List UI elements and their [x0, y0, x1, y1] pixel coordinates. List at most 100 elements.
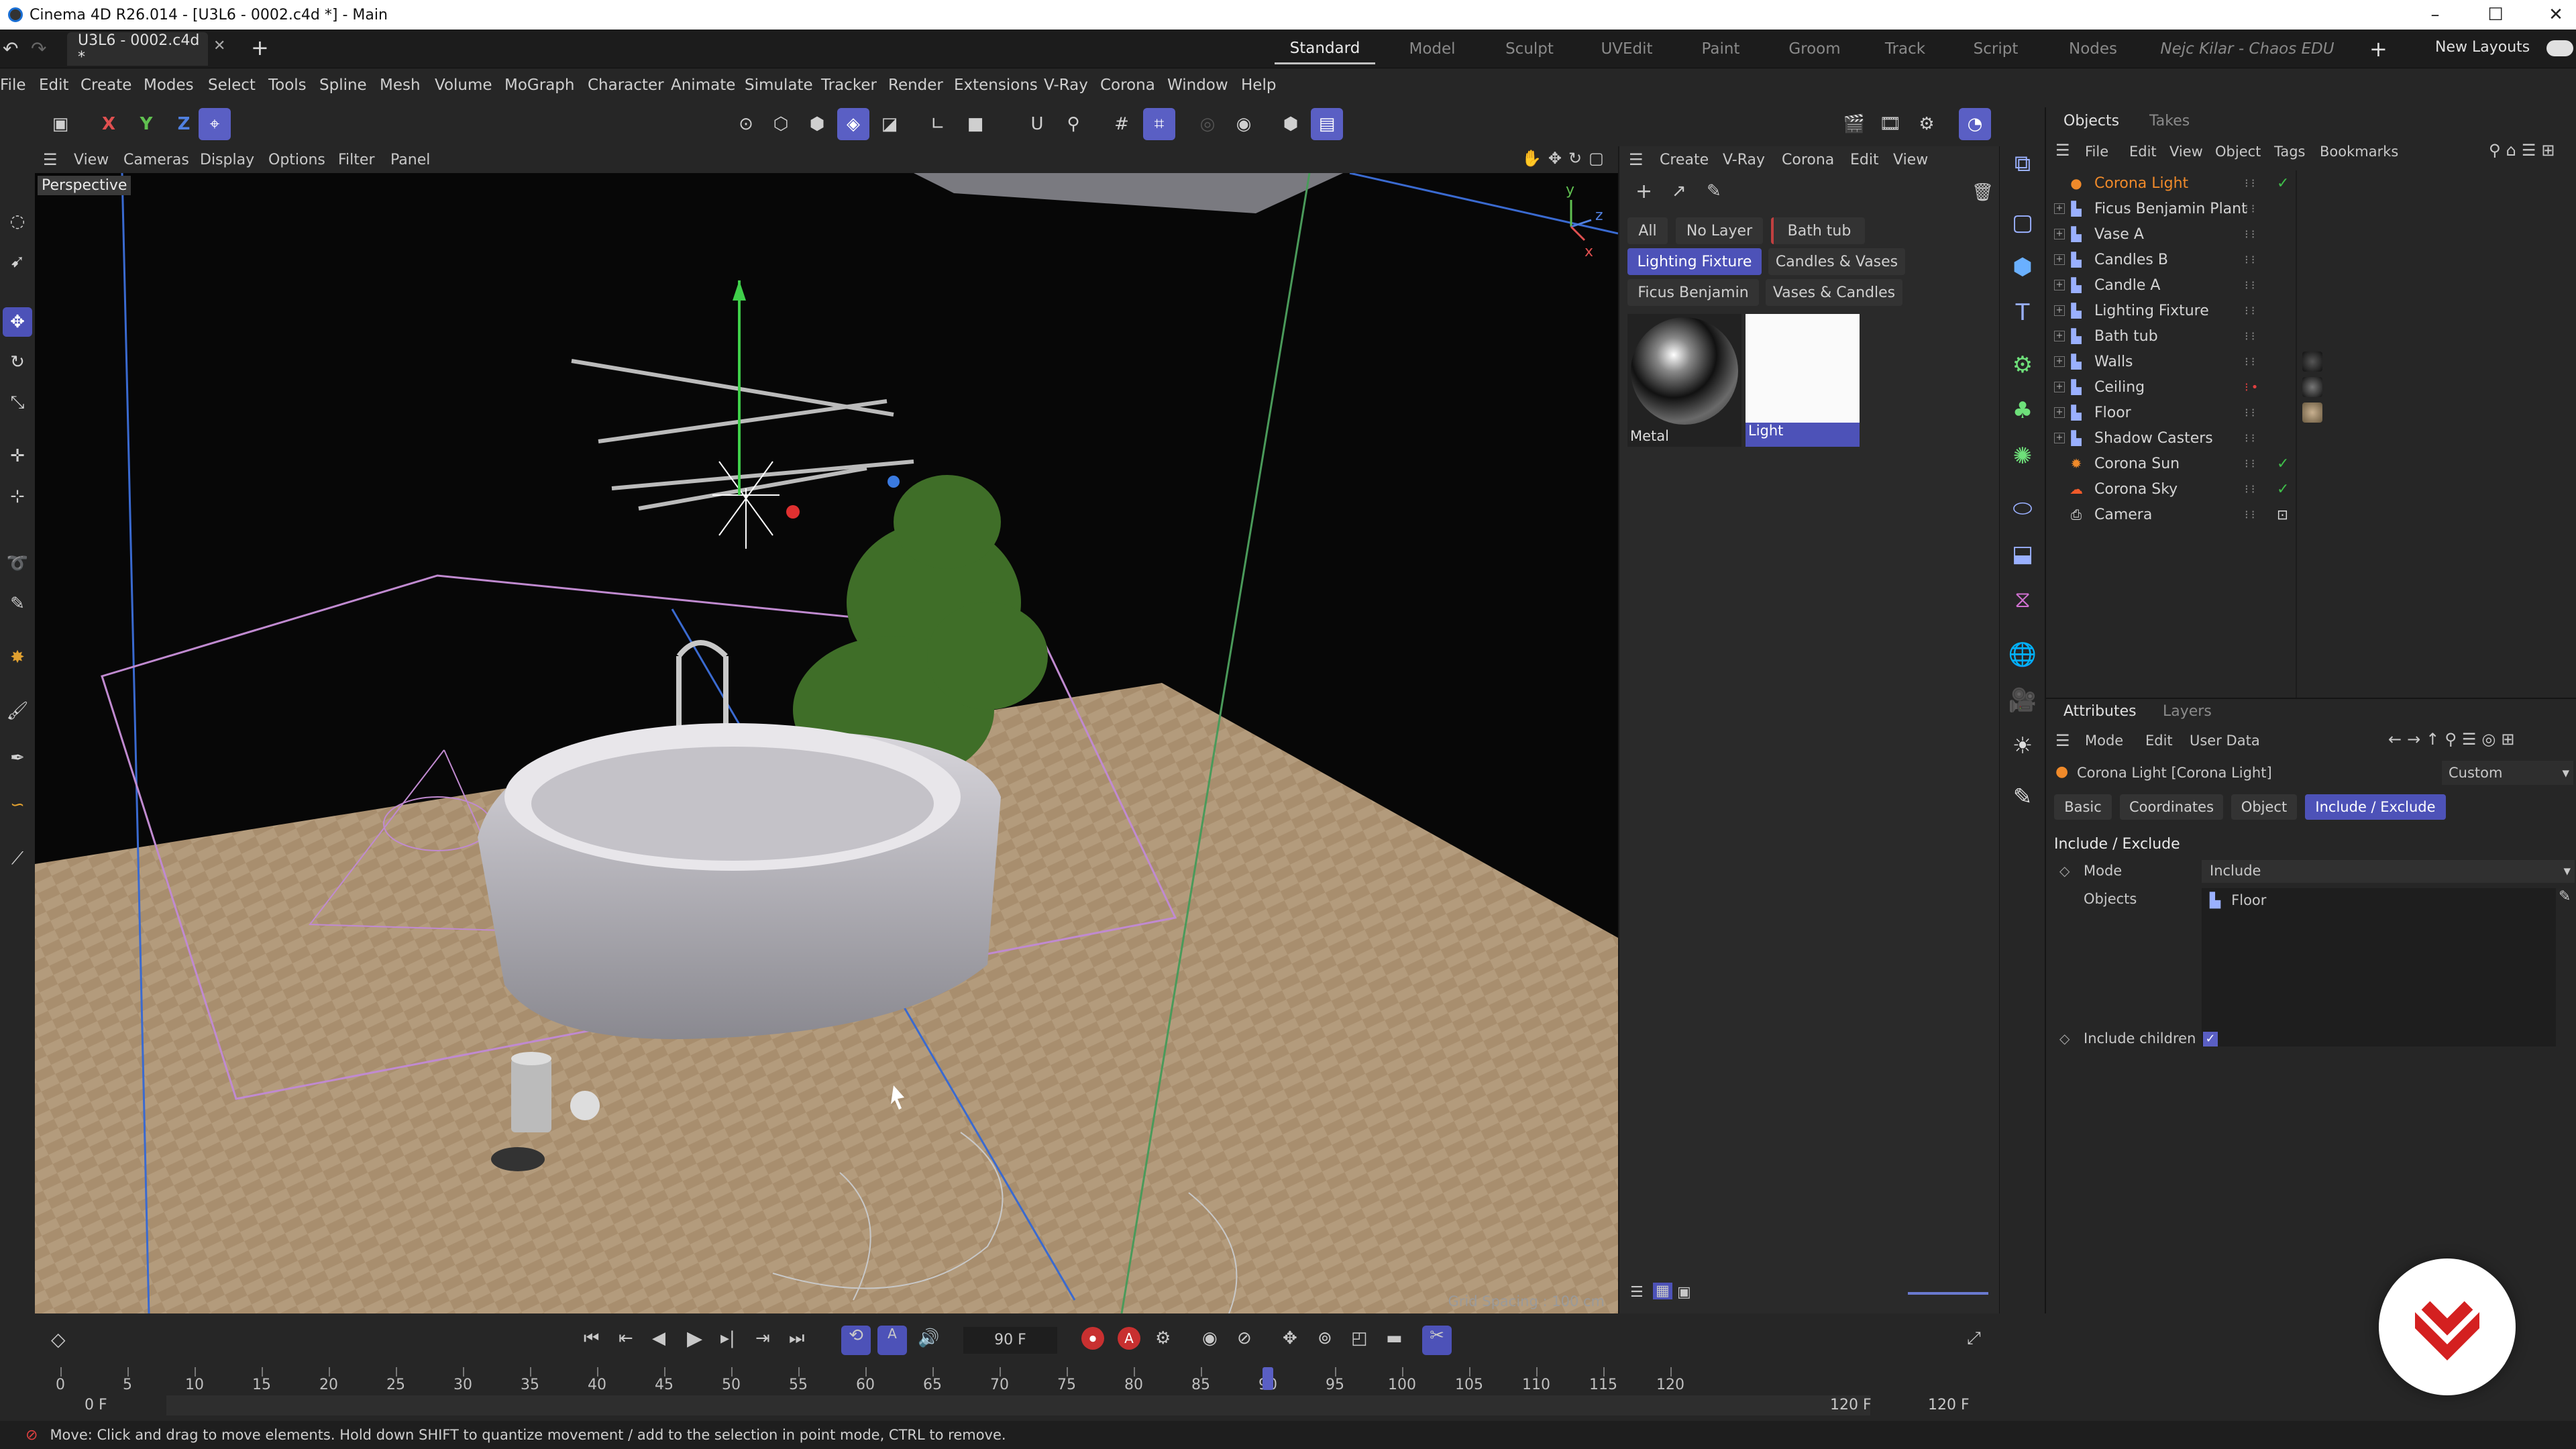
null-object-icon[interactable]: ▢: [2005, 205, 2040, 240]
expand-icon[interactable]: +: [2054, 433, 2065, 443]
visibility-flags[interactable]: ⁝⁝: [2245, 176, 2257, 191]
go-to-end-icon[interactable]: ⏭: [789, 1328, 804, 1349]
keyframe-diamond-icon[interactable]: ◇: [2059, 1030, 2070, 1046]
object-row-candle-a[interactable]: + ▙ Candle A ⁝⁝: [2046, 272, 2576, 298]
timeline-graph-icon[interactable]: ⤢: [1967, 1328, 1981, 1349]
obj-menu-bookmarks[interactable]: Bookmarks: [2320, 144, 2398, 160]
visibility-flags[interactable]: ⁝⁝: [2245, 278, 2257, 292]
attr-tab-object[interactable]: Object: [2231, 794, 2297, 820]
object-row-lighting-fixture[interactable]: + ▙ Lighting Fixture ⁝⁝: [2046, 298, 2576, 323]
generator-icon[interactable]: ⚙: [2005, 347, 2040, 382]
visibility-flags[interactable]: ⁝⁝: [2245, 304, 2257, 318]
obj-menu-tags[interactable]: Tags: [2274, 144, 2306, 160]
menu-select[interactable]: Select: [208, 76, 256, 94]
camera-target-icon[interactable]: ⊡: [2277, 506, 2288, 523]
mat-hamburger-icon[interactable]: ☰: [1629, 150, 1644, 169]
3d-viewport[interactable]: y z x Perspective Grid Spacing : 100 cm: [35, 173, 1618, 1313]
camera-object-icon[interactable]: 🎥: [2005, 683, 2040, 718]
go-to-start-icon[interactable]: ⏮: [584, 1328, 599, 1349]
layout-tab-custom[interactable]: Nejc Kilar - Chaos EDU: [2147, 34, 2348, 64]
expand-icon[interactable]: +: [2054, 356, 2065, 367]
visibility-flags[interactable]: ⁝⁝: [2245, 406, 2257, 420]
placement-tool-icon[interactable]: ⊹: [3, 482, 32, 511]
expand-icon[interactable]: +: [2054, 203, 2065, 214]
timeline-ruler[interactable]: 0510152025303540455055606570758085909510…: [56, 1367, 1684, 1394]
xref-icon[interactable]: ⧖: [2005, 582, 2040, 617]
edit-list-icon[interactable]: ✎: [2559, 888, 2571, 905]
keyframe-diamond-icon[interactable]: ◇: [2059, 863, 2070, 879]
magnet-icon[interactable]: U: [1021, 108, 1053, 140]
material-thumb-metal[interactable]: Metal: [1627, 314, 1741, 447]
grid-view-icon[interactable]: ▦: [1653, 1283, 1672, 1299]
polygons-mode-icon[interactable]: ⬢: [801, 108, 833, 140]
menu-mograph[interactable]: MoGraph: [504, 76, 574, 94]
layout-tab-paint[interactable]: Paint: [1677, 34, 1764, 64]
object-manager-icon[interactable]: ⧉: [2005, 146, 2040, 181]
attr-preset-dropdown[interactable]: Custom ▾: [2442, 761, 2573, 785]
paint-icon[interactable]: ✒: [3, 743, 32, 773]
object-row-corona-sky[interactable]: ☁ Corona Sky ⁝⁝ ✓: [2046, 476, 2576, 502]
menu-file[interactable]: File: [0, 76, 26, 94]
attr-menu-edit[interactable]: Edit: [2145, 733, 2173, 749]
next-key-icon[interactable]: ⇥: [755, 1328, 770, 1348]
object-row-ficus[interactable]: + ▙ Ficus Benjamin Plant ⁝⁝: [2046, 196, 2576, 221]
expand-icon[interactable]: +: [2054, 280, 2065, 290]
view-panel-icon[interactable]: ▤: [1311, 108, 1343, 140]
tab-objects[interactable]: Objects: [2063, 113, 2119, 129]
layout-tab-nodes[interactable]: Nodes: [2049, 34, 2137, 64]
workplane-icon[interactable]: ⌗: [1143, 108, 1175, 140]
menu-render[interactable]: Render: [888, 76, 943, 94]
key-move-icon[interactable]: ✥: [1283, 1328, 1297, 1348]
visibility-flags[interactable]: ⁝⁝: [2245, 202, 2257, 216]
obj-menu-view[interactable]: View: [2169, 144, 2203, 160]
viewport-menu-filter[interactable]: Filter: [338, 152, 374, 168]
visibility-flags[interactable]: ⁝⁝: [2245, 329, 2257, 343]
layer-chip-all[interactable]: All: [1627, 217, 1668, 244]
axis-mode-icon[interactable]: ∟: [922, 108, 954, 140]
deformer-icon[interactable]: ✺: [2005, 439, 2040, 474]
knife-icon[interactable]: ⟋: [3, 844, 32, 873]
interactive-render-icon[interactable]: ◔: [1959, 108, 1991, 140]
layer-chip-vases-candles[interactable]: Vases & Candles: [1766, 279, 1902, 306]
menu-simulate[interactable]: Simulate: [745, 76, 813, 94]
mat-menu-create[interactable]: Create: [1660, 152, 1709, 168]
preview-range-bar[interactable]: [166, 1395, 1870, 1415]
expand-icon[interactable]: +: [2054, 407, 2065, 418]
menu-extensions[interactable]: Extensions: [954, 76, 1038, 94]
menu-spline[interactable]: Spline: [319, 76, 367, 94]
lasso-icon[interactable]: ➰: [3, 549, 32, 578]
obj-search-icon[interactable]: ⚲⌂☰⊞: [2489, 141, 2560, 160]
layouts-toggle[interactable]: [2546, 40, 2573, 56]
edges-mode-icon[interactable]: ⬡: [765, 108, 797, 140]
minimize-icon[interactable]: –: [2408, 0, 2462, 30]
bend-icon[interactable]: ∽: [3, 790, 32, 820]
axis-y-toggle[interactable]: Y: [130, 108, 162, 140]
layer-chip-ficus-benjamin[interactable]: Ficus Benjamin: [1627, 279, 1759, 306]
visibility-flags[interactable]: ⁝⁝: [2245, 355, 2257, 369]
visibility-flags[interactable]: ⁝⁝: [2245, 227, 2257, 241]
visibility-flags[interactable]: ⁝•: [2245, 380, 2261, 394]
undo-icon[interactable]: ↶: [3, 36, 27, 60]
visibility-flags[interactable]: ⁝⁝: [2245, 482, 2257, 496]
preview-end-field[interactable]: 120 F: [1830, 1397, 1872, 1413]
menu-window[interactable]: Window: [1167, 76, 1228, 94]
solo-icon[interactable]: ■: [959, 108, 991, 140]
render-region-icon[interactable]: ◎: [1191, 108, 1224, 140]
next-frame-icon[interactable]: ▸|: [720, 1328, 735, 1348]
snap-icon[interactable]: ⚲: [1057, 108, 1089, 140]
text-spline-icon[interactable]: T: [2005, 295, 2040, 330]
attr-hamburger-icon[interactable]: ☰: [2055, 731, 2070, 750]
menu-tracker[interactable]: Tracker: [821, 76, 877, 94]
menu-character[interactable]: Character: [588, 76, 664, 94]
viewport-menu-options[interactable]: Options: [268, 152, 325, 168]
key-scale-icon[interactable]: ⊚: [1318, 1328, 1332, 1348]
points-mode-icon[interactable]: ⊙: [730, 108, 762, 140]
key-rotation-icon[interactable]: ⊘: [1237, 1328, 1252, 1348]
enabled-check-icon[interactable]: ✓: [2277, 455, 2289, 472]
attr-tab-include-exclude[interactable]: Include / Exclude: [2305, 794, 2446, 820]
axis-x-toggle[interactable]: X: [93, 108, 125, 140]
object-row-candles-b[interactable]: + ▙ Candles B ⁝⁝: [2046, 247, 2576, 272]
obj-hamburger-icon[interactable]: ☰: [2055, 141, 2070, 160]
sound-icon[interactable]: 🔊: [918, 1328, 939, 1348]
coordinate-system-icon[interactable]: ⌖: [199, 108, 231, 140]
